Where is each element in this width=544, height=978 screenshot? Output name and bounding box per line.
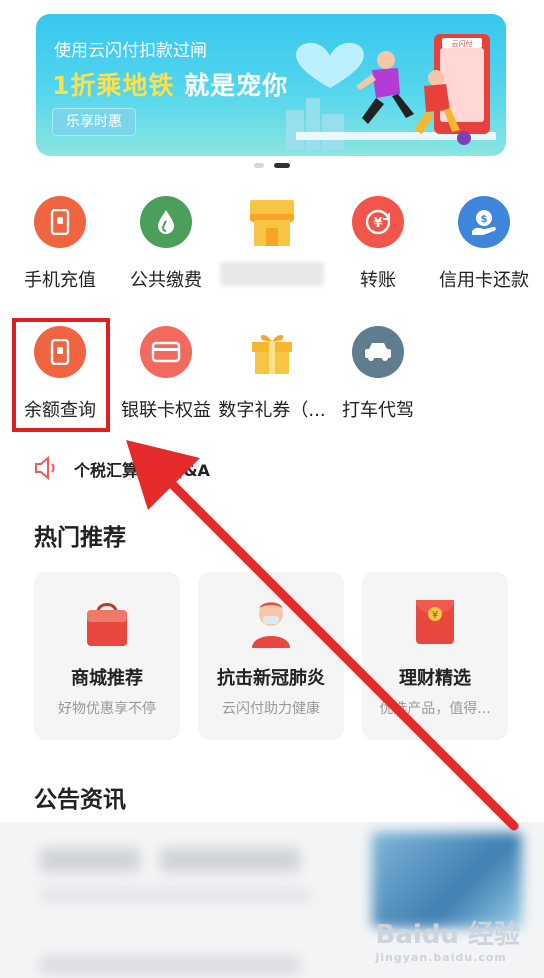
pagination-dot-active bbox=[274, 163, 290, 168]
news-meta-placeholder bbox=[40, 888, 310, 902]
banner-button[interactable]: 乐享时惠 bbox=[52, 108, 136, 136]
banner-subtitle: 使用云闪付扣款过闸 bbox=[54, 41, 207, 61]
car-icon bbox=[352, 326, 404, 378]
service-label: 打车代驾 bbox=[342, 400, 414, 421]
banner-title-highlight: 1折乘地铁 bbox=[52, 71, 175, 100]
pagination-dot bbox=[254, 163, 264, 168]
shopping-bag-icon bbox=[82, 596, 132, 648]
watermark-sub: jingyan.baidu.com bbox=[375, 951, 507, 964]
service-store[interactable] bbox=[218, 196, 326, 286]
news-title-placeholder bbox=[40, 956, 300, 974]
news-section-title: 公告资讯 bbox=[34, 787, 126, 813]
service-phone-recharge[interactable]: 手机充值 bbox=[6, 196, 114, 292]
watermark: Baidu 经验 jingyan.baidu.com bbox=[376, 914, 520, 964]
card-subtitle: 云闪付助力健康 bbox=[222, 701, 320, 717]
card-benefit-icon bbox=[140, 326, 192, 378]
banner-illustration: 云闪付 bbox=[286, 34, 496, 150]
red-envelope-icon: ¥ bbox=[410, 596, 460, 648]
news-title-placeholder bbox=[40, 848, 140, 872]
service-card-benefit[interactable]: 银联卡权益 bbox=[112, 326, 220, 422]
store-icon bbox=[246, 196, 298, 248]
banner-title-rest: 就是宠你 bbox=[184, 71, 289, 100]
news-list-blurred: Baidu 经验 jingyan.baidu.com bbox=[0, 822, 544, 978]
credit-card-repay-icon: $ bbox=[458, 196, 510, 248]
service-gift-coupon[interactable]: 数字礼券（... bbox=[218, 326, 326, 422]
service-label: 手机充值 bbox=[24, 270, 96, 291]
service-label-blurred bbox=[220, 262, 324, 286]
hot-section-title: 热门推荐 bbox=[34, 525, 126, 551]
water-drop-icon bbox=[140, 196, 192, 248]
notice-text: 个税汇算清缴Q&A bbox=[74, 461, 210, 480]
news-title-placeholder bbox=[160, 848, 300, 872]
card-title: 抗击新冠肺炎 bbox=[217, 668, 325, 689]
service-credit-card-repay[interactable]: $ 信用卡还款 bbox=[430, 196, 538, 292]
watermark-main: Baidu 经验 bbox=[375, 920, 520, 950]
phone-recharge-icon bbox=[34, 196, 86, 248]
card-covid[interactable]: 抗击新冠肺炎 云闪付助力健康 bbox=[198, 572, 344, 740]
service-taxi[interactable]: 打车代驾 bbox=[324, 326, 432, 422]
service-label: 转账 bbox=[360, 270, 396, 291]
svg-text:¥: ¥ bbox=[373, 216, 382, 231]
card-title: 商城推荐 bbox=[71, 668, 143, 689]
card-title: 理财精选 bbox=[399, 668, 471, 689]
svg-text:$: $ bbox=[481, 214, 488, 225]
card-subtitle: 好物优惠享不停 bbox=[58, 701, 156, 717]
speaker-icon bbox=[35, 456, 55, 480]
card-finance[interactable]: ¥ 理财精选 优选产品，值得... bbox=[362, 572, 508, 740]
transfer-icon: ¥ bbox=[352, 196, 404, 248]
gift-coupon-icon bbox=[246, 326, 298, 378]
service-label: 数字礼券（... bbox=[218, 400, 326, 421]
banner-pill-text: 云闪付 bbox=[452, 39, 473, 48]
svg-text:¥: ¥ bbox=[432, 610, 438, 621]
card-mall[interactable]: 商城推荐 好物优惠享不停 bbox=[34, 572, 180, 740]
highlight-frame bbox=[12, 318, 110, 432]
card-subtitle: 优选产品，值得... bbox=[379, 701, 491, 717]
service-label: 银联卡权益 bbox=[121, 400, 211, 421]
service-transfer[interactable]: ¥ 转账 bbox=[324, 196, 432, 292]
promo-banner[interactable]: 使用云闪付扣款过闸 1折乘地铁 就是宠你 乐享时惠 云闪付 bbox=[36, 14, 506, 156]
service-label: 信用卡还款 bbox=[439, 270, 529, 291]
banner-title: 1折乘地铁 就是宠你 bbox=[52, 66, 288, 102]
service-label: 公共缴费 bbox=[130, 270, 202, 291]
doctor-icon bbox=[246, 596, 296, 648]
service-public-payment[interactable]: 公共缴费 bbox=[112, 196, 220, 292]
